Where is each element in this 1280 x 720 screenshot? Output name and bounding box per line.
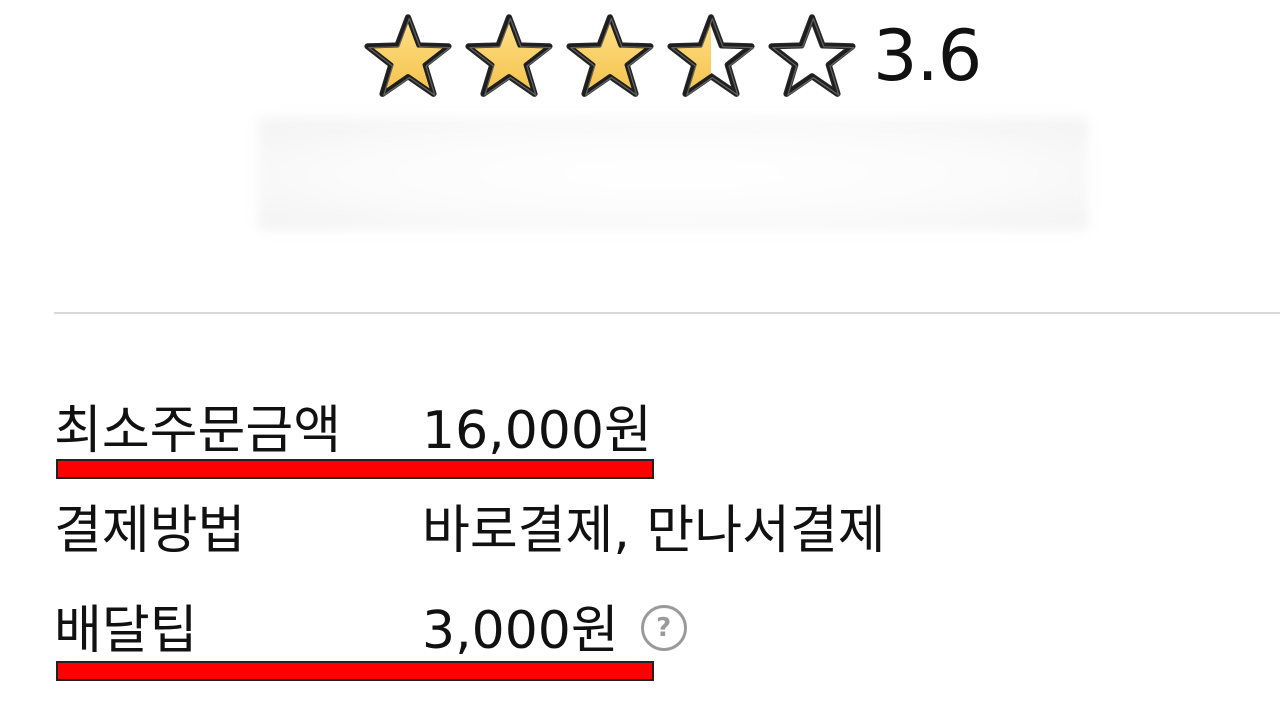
star-icon bbox=[364, 12, 452, 100]
min-order-label: 최소주문금액 bbox=[54, 400, 342, 461]
divider bbox=[54, 312, 1280, 314]
min-order-row: 최소주문금액 16,000원 bbox=[54, 390, 652, 461]
delivery-tip-value: 3,000원 bbox=[422, 600, 619, 661]
blurred-content bbox=[258, 118, 1088, 230]
store-info-page: 3.6 최소주문금액 16,000원 결제방법 바로결제, 만나서결제 배달팁 … bbox=[0, 0, 1280, 720]
delivery-tip-label: 배달팁 bbox=[54, 600, 198, 661]
half-star-icon bbox=[667, 12, 755, 100]
payment-method-value: 바로결제, 만나서결제 bbox=[422, 500, 886, 561]
delivery-tip-row: 배달팁 3,000원 ? bbox=[54, 588, 687, 663]
empty-star-icon bbox=[768, 12, 856, 100]
highlight-underline bbox=[56, 661, 654, 681]
question-circle-icon[interactable]: ? bbox=[640, 605, 687, 651]
delivery-tip-value-wrap: 3,000원 ? bbox=[422, 588, 687, 663]
highlight-underline bbox=[56, 459, 654, 479]
payment-method-row: 결제방법 바로결제, 만나서결제 bbox=[54, 490, 886, 561]
star-icon bbox=[465, 12, 553, 100]
min-order-value: 16,000원 bbox=[422, 400, 652, 461]
star-icon bbox=[566, 12, 654, 100]
rating-row: 3.6 bbox=[364, 8, 982, 104]
rating-value: 3.6 bbox=[873, 15, 982, 97]
payment-method-label: 결제방법 bbox=[54, 500, 246, 561]
